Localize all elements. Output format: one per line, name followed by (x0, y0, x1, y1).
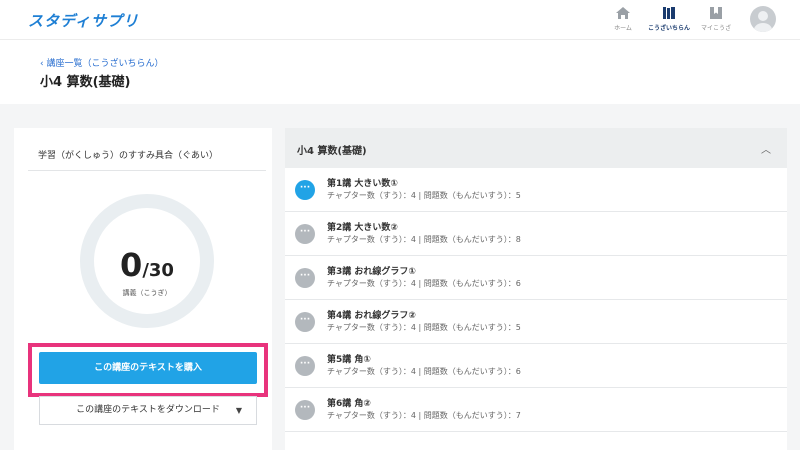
lesson-meta: チャプター数（すう）：4 | 問題数（もんだいすう）：7 (327, 411, 521, 420)
buy-text-button[interactable]: この講座のテキストを購入 (39, 352, 257, 384)
more-icon: ··· (295, 180, 315, 200)
lesson-meta: チャプター数（すう）：4 | 問題数（もんだいすう）：6 (327, 367, 521, 376)
lesson-name: 第3講 おれ線グラフ① (327, 267, 417, 277)
site-logo[interactable]: スタディサプリ (28, 10, 139, 31)
lesson-meta: チャプター数（すう）：4 | 問題数（もんだいすう）：5 (327, 323, 521, 332)
lesson-row[interactable]: ··· 第3講 おれ線グラフ① チャプター数（すう）：4 | 問題数（もんだいす… (285, 256, 787, 300)
nav-courses[interactable]: こうざいちらん (646, 6, 692, 32)
more-icon: ··· (295, 312, 315, 332)
user-avatar-icon[interactable] (750, 6, 776, 32)
chevron-up-icon[interactable]: ︿ (761, 141, 771, 156)
course-header-title: 小4 算数(基礎) (297, 146, 367, 157)
books-icon (663, 7, 675, 19)
divider (28, 170, 266, 171)
lesson-name: 第6講 角② (327, 399, 372, 409)
download-label: この講座のテキストをダウンロード (76, 405, 220, 415)
lesson-name: 第5講 角① (327, 355, 372, 365)
caret-down-icon: ▼ (235, 406, 242, 415)
lesson-row[interactable]: ··· 第4講 おれ線グラフ② チャプター数（すう）：4 | 問題数（もんだいす… (285, 300, 787, 344)
course-accordion-header[interactable]: 小4 算数(基礎) ︿ (285, 128, 787, 168)
progress-title: 学習（がくしゅう）のすすみ具合（ぐあい） (38, 151, 219, 161)
progress-total: /30 (142, 260, 174, 281)
progress-ring: 0/30 講義（こうぎ） (80, 194, 214, 328)
nav-home[interactable]: ホーム (600, 6, 646, 32)
lesson-row[interactable]: ··· 第1講 大きい数① チャプター数（すう）：4 | 問題数（もんだいすう）… (285, 168, 787, 212)
nav-my-courses-label: マイこうざ (700, 25, 731, 32)
more-icon: ··· (295, 356, 315, 376)
lesson-meta: チャプター数（すう）：4 | 問題数（もんだいすう）：6 (327, 279, 521, 288)
home-icon (616, 7, 630, 19)
lesson-name: 第4講 おれ線グラフ② (327, 311, 417, 321)
lesson-name: 第1講 大きい数① (327, 179, 399, 189)
progress-done: 0 (120, 246, 143, 284)
progress-unit: 講義（こうぎ） (122, 289, 172, 297)
lesson-name: 第2講 大きい数② (327, 223, 399, 233)
more-icon: ··· (295, 400, 315, 420)
bookmark-icon (710, 7, 722, 19)
nav-my-courses[interactable]: マイこうざ (693, 6, 739, 32)
progress-count: 0/30 (94, 246, 200, 284)
nav-courses-label: こうざいちらん (647, 25, 690, 32)
breadcrumb-area: ‹ 講座一覧（こうざいちらん） 小4 算数(基礎) (0, 41, 800, 104)
lesson-meta: チャプター数（すう）：4 | 問題数（もんだいすう）：5 (327, 191, 521, 200)
more-icon: ··· (295, 268, 315, 288)
lesson-row[interactable]: ··· 第2講 大きい数② チャプター数（すう）：4 | 問題数（もんだいすう）… (285, 212, 787, 256)
page-title: 小4 算数(基礎) (40, 75, 131, 90)
breadcrumb[interactable]: ‹ 講座一覧（こうざいちらん） (40, 56, 163, 69)
lesson-row[interactable]: ··· 第6講 角② チャプター数（すう）：4 | 問題数（もんだいすう）：7 (285, 388, 787, 432)
lesson-meta: チャプター数（すう）：4 | 問題数（もんだいすう）：8 (327, 235, 521, 244)
more-icon: ··· (295, 224, 315, 244)
lesson-row[interactable]: ··· 第5講 角① チャプター数（すう）：4 | 問題数（もんだいすう）：6 (285, 344, 787, 388)
download-text-button[interactable]: この講座のテキストをダウンロード ▼ (39, 396, 257, 425)
breadcrumb-label: 講座一覧（こうざいちらん） (46, 59, 164, 69)
nav-home-label: ホーム (614, 25, 632, 32)
top-bar: スタディサプリ ホーム こうざいちらん マイこうざ (0, 0, 800, 40)
lesson-list-card: 小4 算数(基礎) ︿ ··· 第1講 大きい数① チャプター数（すう）：4 |… (285, 128, 787, 450)
